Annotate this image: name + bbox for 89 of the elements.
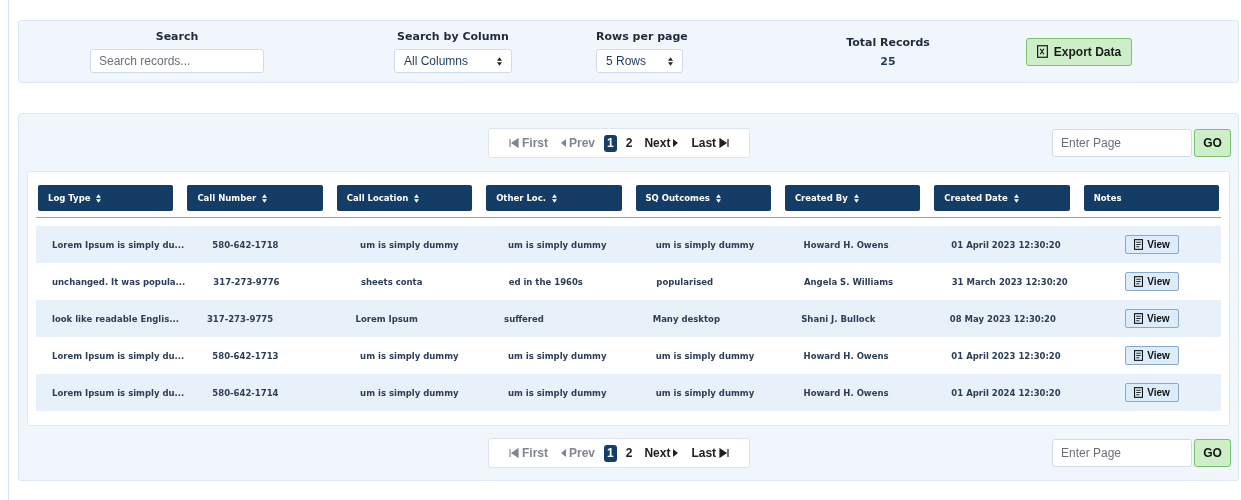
table-cell-text: um is simply dummy (359, 239, 460, 250)
table-cell-text: Many desktop (651, 313, 721, 324)
table-cell-text: Howard H. Owens (802, 387, 890, 398)
view-button[interactable]: View (1125, 346, 1179, 365)
last-page-button[interactable]: Last (685, 446, 736, 460)
table-cell-text: Howard H. Owens (802, 350, 890, 361)
column-header[interactable]: Call Location (336, 185, 473, 211)
table-cell-text: Lorem Ipsum is simply du... (51, 239, 185, 250)
first-page-button[interactable]: First (503, 136, 554, 150)
go-button[interactable]: GO (1194, 129, 1231, 157)
document-icon (1134, 239, 1144, 250)
total-records-count: 25 (880, 54, 896, 68)
page-number-button[interactable]: 1 (604, 134, 617, 152)
table-cell-text: um is simply dummy (359, 350, 460, 361)
document-icon (1134, 276, 1144, 287)
table-cell-text: Lorem Ipsum is simply du... (51, 387, 185, 398)
table-cell-text: 580-642-1718 (211, 239, 280, 250)
right-triangle-icon (673, 138, 680, 148)
next-page-button[interactable]: Next (638, 136, 686, 150)
document-icon (1134, 350, 1144, 361)
left-triangle-icon (560, 138, 566, 148)
skip-forward-icon (719, 138, 730, 148)
search-label: Search (155, 30, 199, 43)
view-button[interactable]: View (1125, 272, 1179, 291)
table-cell-text: um is simply dummy (654, 387, 756, 398)
table-cell-text: look like readable Englis... (51, 313, 179, 324)
previous-page-button[interactable]: Prev (554, 136, 602, 150)
rows-per-page-dropdown[interactable]: 5 Rows (596, 49, 683, 73)
table-cell-text: Lorem Ipsum (354, 313, 419, 324)
page-number-field[interactable]: Enter Page (1052, 439, 1192, 467)
table-cell-text: suffered (503, 313, 545, 324)
spreadsheet-icon (1036, 45, 1048, 58)
search-field[interactable]: Search records... (90, 49, 264, 73)
table-cell-text: Angela S. Williams (803, 276, 895, 287)
table-cell-text: popularised (655, 276, 715, 287)
go-button[interactable]: GO (1194, 439, 1231, 467)
page-number-button[interactable]: 2 (622, 444, 636, 462)
table-cell-text: 01 April 2024 12:30:20 (950, 387, 1062, 398)
table-cell-text: 580-642-1713 (211, 350, 280, 361)
document-icon (1134, 387, 1144, 398)
export-data-button[interactable]: Export Data (1025, 37, 1133, 66)
page-number-field[interactable]: Enter Page (1052, 129, 1192, 157)
total-records-label: Total Records (846, 35, 930, 49)
table-cell-text: 580-642-1714 (211, 387, 280, 398)
page-number-button[interactable]: 2 (622, 134, 636, 152)
page-number-button[interactable]: 1 (604, 444, 617, 462)
column-header[interactable]: Log Type (38, 185, 174, 211)
previous-page-button[interactable]: Prev (554, 446, 602, 460)
next-page-button[interactable]: Next (638, 446, 686, 460)
table-cell-text: um is simply dummy (506, 387, 608, 398)
view-button[interactable]: View (1125, 383, 1179, 402)
column-header[interactable]: Notes (1083, 185, 1219, 211)
skip-forward-icon (719, 448, 730, 458)
table-cell-text: um is simply dummy (506, 350, 608, 361)
table-cell-text: sheets conta (359, 276, 424, 287)
table-cell-text: um is simply dummy (506, 239, 608, 250)
rows-per-page-label: Rows per page (596, 30, 688, 43)
column-header[interactable]: SQ Outcomes (635, 185, 771, 211)
table-cell-text: Lorem Ipsum is simply du... (51, 350, 185, 361)
left-triangle-icon (560, 448, 566, 458)
table-cell-text: 01 April 2023 12:30:20 (950, 350, 1062, 361)
column-header[interactable]: Call Number (187, 185, 323, 211)
table-cell-text: 31 March 2023 12:30:20 (950, 276, 1069, 287)
column-header[interactable]: Other Loc. (486, 185, 622, 211)
right-triangle-icon (673, 448, 680, 458)
table-cell-text: unchanged. It was popula... (51, 276, 186, 287)
skip-back-icon (509, 138, 519, 148)
column-select-label: Search by Column (397, 30, 509, 43)
table-cell-text: Shani J. Bullock (800, 313, 877, 324)
last-page-button[interactable]: Last (685, 136, 736, 150)
table-cell-text: um is simply dummy (654, 350, 756, 361)
table-cell-text: Howard H. Owens (802, 239, 890, 250)
document-icon (1133, 313, 1143, 324)
table-cell-text: ed in the 1960s (507, 276, 584, 287)
table-cell-text: 317-273-9775 (205, 313, 275, 324)
column-header[interactable]: Created Date (934, 185, 1070, 211)
column-dropdown[interactable]: All Columns (394, 49, 512, 73)
table-cell-text: 08 May 2023 12:30:20 (948, 313, 1057, 324)
table-cell-text: um is simply dummy (654, 239, 756, 250)
first-page-button[interactable]: First (503, 446, 554, 460)
skip-back-icon (509, 448, 519, 458)
view-button[interactable]: View (1125, 235, 1179, 254)
table-cell-text: 317-273-9776 (212, 276, 281, 287)
table-cell-text: 01 April 2023 12:30:20 (950, 239, 1062, 250)
table-cell-text: um is simply dummy (359, 387, 460, 398)
column-header[interactable]: Created By (784, 185, 921, 211)
view-button[interactable]: View (1124, 309, 1179, 328)
dropdown-arrows-icon (668, 56, 673, 66)
dropdown-arrows-icon (497, 56, 502, 66)
